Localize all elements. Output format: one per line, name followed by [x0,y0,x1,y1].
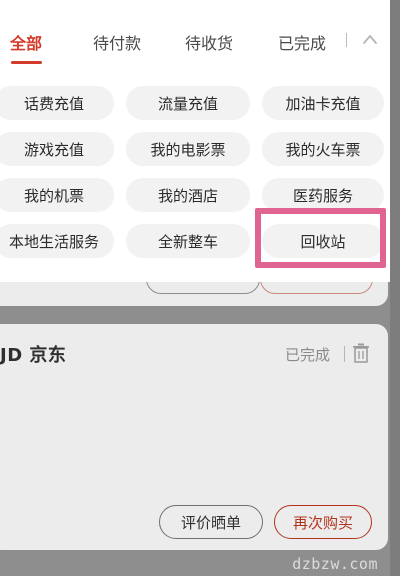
service-phone-recharge[interactable]: 话费充值 [0,86,114,120]
service-train-tickets[interactable]: 我的火车票 [262,132,384,166]
service-hotels[interactable]: 我的酒店 [126,178,250,212]
recycle-bin-highlight [255,208,386,268]
service-movie-tickets[interactable]: 我的电影票 [126,132,250,166]
tab-separator [346,33,347,47]
service-flight-tickets[interactable]: 我的机票 [0,178,114,212]
service-pharmacy[interactable]: 医药服务 [262,178,384,212]
order-tabs: 全部 待付款 待收货 已完成 [0,0,390,72]
order-filter-dropdown: 全部 待付款 待收货 已完成 话费充值 流量充值 加油卡充值 游戏充值 我的电影… [0,0,390,282]
service-game-recharge[interactable]: 游戏充值 [0,132,114,166]
scroll-edge [390,0,400,576]
service-new-car[interactable]: 全新整车 [126,224,250,258]
trash-icon[interactable] [352,343,370,363]
order-status: 已完成 [285,346,331,364]
tab-pending-receipt[interactable]: 待收货 [185,30,233,54]
tab-pending-payment[interactable]: 待付款 [93,30,141,54]
status-divider [344,346,345,362]
order-card[interactable]: JD 京东 已完成 评价晒单 再次购买 [0,324,388,550]
active-tab-indicator [11,61,42,64]
service-fuel-card-recharge[interactable]: 加油卡充值 [262,86,384,120]
tab-completed[interactable]: 已完成 [278,30,326,54]
bottom-strip: dzbzw.com [0,550,400,576]
shop-name[interactable]: JD 京东 [0,341,66,367]
chevron-up-icon[interactable] [362,32,378,46]
watermark: dzbzw.com [292,555,378,573]
service-data-recharge[interactable]: 流量充值 [126,86,250,120]
review-button[interactable]: 评价晒单 [159,505,263,539]
service-local-life[interactable]: 本地生活服务 [0,224,114,258]
tab-all[interactable]: 全部 [10,30,42,54]
screen: JD 京东 已完成 评价晒单 再次购买 dzbzw.com 全部 待付款 待收货… [0,0,400,576]
rebuy-button[interactable]: 再次购买 [274,505,372,539]
